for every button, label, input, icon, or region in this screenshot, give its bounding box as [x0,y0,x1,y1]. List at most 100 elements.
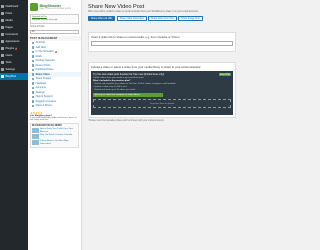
promo-box: Upgrade to Pro Get your 48-hour free tri… [30,14,79,24]
wp-menu-posts[interactable]: Posts [0,10,28,17]
mgmt-item-plans-prices[interactable]: Plans & Prices [28,104,81,109]
wp-menu-plugins[interactable]: Plugins 1 [0,45,28,52]
blog-item-title: Why You Need a Content Calendar [40,134,73,137]
wp-menu-appearance[interactable]: Appearance [0,38,28,45]
menu-bullet-icon [32,91,35,94]
wp-menu-label: Plugins [5,47,15,50]
dashboard-icon [1,5,4,8]
mgmt-item-label: All Posts [35,41,46,45]
menu-bullet-icon [32,73,35,76]
plugin-logo[interactable]: BlogShooter THE #1 BLOG POSTING SUITE [28,0,81,13]
share-tabs: Share Video via URL Share Video via Embed… [88,16,250,21]
comment-icon [1,33,4,36]
mgmt-item-label: Accounts [35,86,46,90]
section-label: Content Posts [30,25,45,28]
page-title: Share New Video Post [88,4,145,10]
wp-menu-label: Tools [5,61,12,64]
mgmt-item-label: Recent Posts [35,63,51,67]
mgmt-item-label: Published Posts [35,68,54,72]
menu-bullet-icon [32,41,35,45]
blog-item-title: How to Keep Your Traffic Up in Your Abse… [40,128,73,133]
brush-icon [1,40,4,43]
mgmt-item-label: Help & Support [35,95,53,99]
mgmt-item-label: Suggest a Feature [35,99,57,103]
menu-bullet-icon [32,100,35,103]
page-icon [1,26,4,29]
menu-bullet-icon [32,46,35,49]
promo-trial-text: Get your 48-hour free trial! [32,18,58,21]
wp-menu-label: Posts [5,12,13,15]
wp-menu-media[interactable]: Media [0,17,28,24]
menu-bullet-icon [32,77,35,81]
wp-menu-label: Comments [5,33,19,36]
post-filter-select[interactable]: All [30,29,79,34]
pin-icon [1,12,4,15]
blog-item[interactable]: 3 Easy Ways to Get More Blog Subscribers [32,140,77,146]
blog-item[interactable]: How to Keep Your Traffic Up in Your Abse… [32,128,77,134]
wp-menu-label: Dashboard [5,5,19,8]
uploader-title: Try the new video post function for free… [93,73,165,76]
uploader-line: Publish videos from your media to your s… [93,77,144,79]
mgmt-item-label: Add New [35,45,46,49]
promo-upgrade-link[interactable]: Upgrade to Pro [32,16,77,18]
page-subtext: With a few clicks, publish a video to so… [88,11,199,13]
mgmt-item-label: Settings [35,90,45,94]
wrench-icon [1,61,4,64]
plugin-icon [1,47,4,50]
url-box: Insert a video link to share on social m… [88,32,236,52]
wp-menu-label: Users [5,54,13,57]
wp-menu-tools[interactable]: Tools [0,59,28,66]
video-url-input[interactable] [91,41,233,46]
wp-admin-sidebar: Dashboard Posts Media Pages Comments Appearan… [0,0,28,250]
wp-menu-dashboard[interactable]: Dashboard [0,3,28,10]
wp-menu-blogshot[interactable]: BlogShot [0,73,28,80]
blog-list: How to Keep Your Traffic Up in Your Abse… [32,128,77,146]
main-content: Share New Video Post With a few clicks, … [84,0,250,250]
blog-item[interactable]: Why You Need a Content Calendar [32,134,77,140]
blog-thumbnail [32,128,39,134]
update-count-badge: 1 [15,47,18,50]
menu-bullet-icon [32,86,35,90]
wp-menu-settings[interactable]: Settings [0,66,28,73]
url-label: Insert a video link to share on social m… [91,35,181,39]
wp-menu-label: Media [5,19,13,22]
mgmt-list: All Posts Add New In The Schedule 1 Drafts Po… [28,41,81,109]
uploader-line: What's included in the premium plan? [93,80,131,82]
video-uploader: Try the new video post function for free… [91,71,233,115]
logo-subtitle: THE #1 BLOG POSTING SUITE [39,7,72,10]
uploader-line: - Upload a video of up to 4GB in size [93,86,127,88]
mgmt-item-label: In The Schedule [35,50,54,54]
menu-bullet-icon [32,68,35,72]
menu-bullet-icon [32,95,35,99]
tab-share-video-via-embed[interactable]: Share Video via Embed [116,16,147,21]
mgmt-item-label: Hashtags [35,81,47,85]
wp-menu-label: Pages [5,26,13,29]
wp-menu-users[interactable]: Users [0,52,28,59]
wp-menu-label: Appearance [5,40,20,43]
menu-bullet-icon [32,59,35,63]
upload-video-button[interactable]: Upload your video from computer or media… [93,93,163,97]
menu-bullet-icon [32,55,35,58]
tab-share-video-via-url[interactable]: Share Video via URL [88,16,116,21]
mgmt-item-label: Plans & Prices [35,104,52,108]
menu-bullet-icon [32,64,35,67]
blog-item-title: 3 Easy Ways to Get More Blog Subscribers [40,140,69,145]
users-icon [1,54,4,57]
menu-bullet-icon [32,104,35,108]
count-badge: 1 [54,50,57,53]
uploader-line: - Upload and share up to 10 videos per m… [93,89,136,91]
wp-menu-label: Settings [5,68,15,71]
upload-area: Upload a video or select a video from yo… [88,62,236,118]
menu-bullet-icon [32,50,35,54]
tab-share-video-from-post[interactable]: Share Video from Post [147,16,177,21]
wp-menu-comments[interactable]: Comments [0,31,28,38]
wp-menu-pages[interactable]: Pages [0,24,28,31]
blogshot-logo-icon [30,2,38,11]
tab-share-image-post[interactable]: Share Image Post [178,16,203,21]
blogshot-icon [1,75,4,78]
free-trial-button[interactable]: Free Trial [218,73,231,77]
drop-zone[interactable]: Drop files here to upload [93,99,231,108]
mgmt-item-label: Posting Calendar [35,59,55,63]
footer-note: *Please note that uploaded videos will b… [88,120,164,122]
uploader-line: - Publish and schedule your videos on Yo… [93,83,176,85]
